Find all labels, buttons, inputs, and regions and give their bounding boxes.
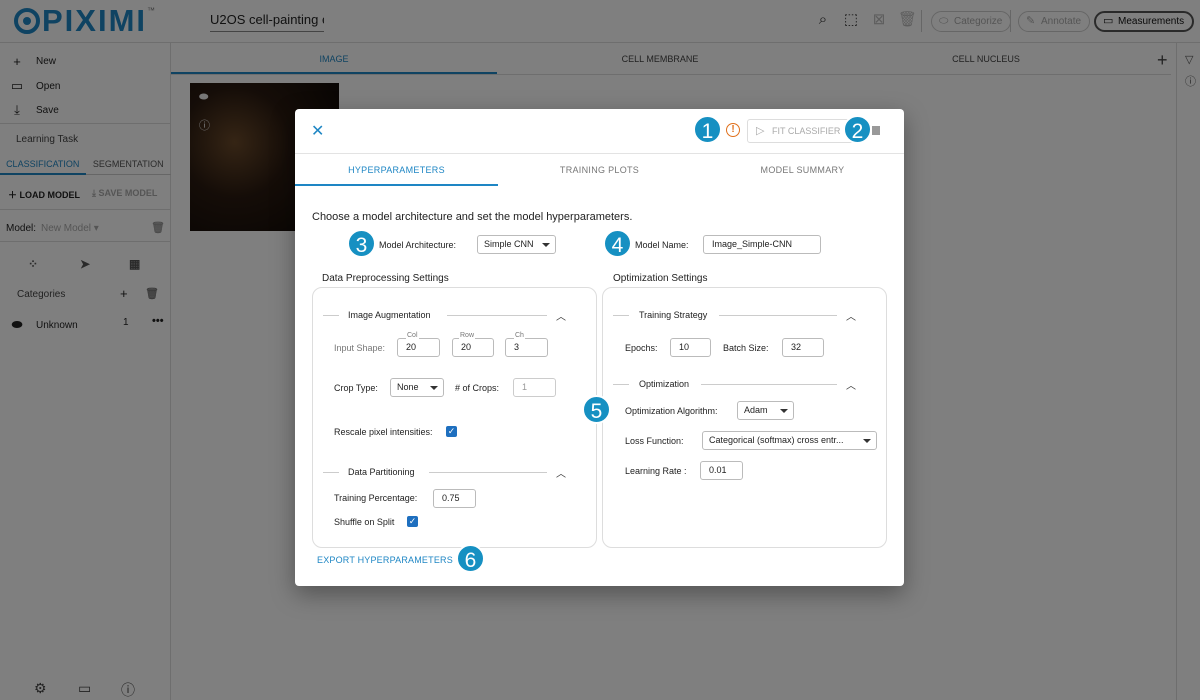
stop-icon[interactable] <box>872 126 880 135</box>
section-divider <box>719 315 837 316</box>
warning-icon[interactable]: ! <box>726 123 740 137</box>
optimization-settings-title: Optimization Settings <box>613 273 708 284</box>
model-architecture-label: Model Architecture: <box>379 240 457 250</box>
data-preprocessing-title: Data Preprocessing Settings <box>322 273 449 284</box>
epochs-label: Epochs: <box>625 343 658 353</box>
section-divider <box>447 315 547 316</box>
chevron-down-icon <box>430 386 438 390</box>
shuffle-checkbox[interactable]: ✓ <box>407 516 418 527</box>
num-crops-label: # of Crops: <box>455 383 500 393</box>
data-preprocessing-panel <box>312 287 597 548</box>
loss-function-select[interactable]: Categorical (softmax) cross entr... <box>702 431 877 450</box>
rescale-checkbox[interactable]: ✓ <box>446 426 457 437</box>
dialog-tabs: HYPERPARAMETERS TRAINING PLOTS MODEL SUM… <box>295 153 904 186</box>
section-divider <box>323 472 339 473</box>
chevron-up-icon[interactable]: ︿ <box>846 308 856 323</box>
callout-6: 6 <box>456 544 485 573</box>
training-percentage-input[interactable]: 0.75 <box>433 489 476 508</box>
training-strategy-title: Training Strategy <box>639 310 708 320</box>
tab-model-summary[interactable]: MODEL SUMMARY <box>701 154 904 186</box>
chevron-down-icon <box>542 243 550 247</box>
fit-classifier-label: FIT CLASSIFIER <box>772 126 841 136</box>
rescale-label: Rescale pixel intensities: <box>334 427 433 437</box>
fit-classifier-button[interactable]: ▷ FIT CLASSIFIER <box>747 119 857 143</box>
section-divider <box>701 384 837 385</box>
chevron-down-icon <box>863 439 871 443</box>
intro-text: Choose a model architecture and set the … <box>312 211 633 223</box>
close-icon[interactable]: ✕ <box>311 121 324 141</box>
batch-size-input[interactable]: 32 <box>782 338 824 357</box>
export-hyperparameters-button[interactable]: EXPORT HYPERPARAMETERS <box>317 555 453 565</box>
callout-2: 2 <box>843 115 872 144</box>
shuffle-label: Shuffle on Split <box>334 517 395 527</box>
callout-5: 5 <box>582 395 611 424</box>
row-label: Row <box>459 332 476 339</box>
chevron-up-icon[interactable]: ︿ <box>846 377 856 392</box>
play-icon: ▷ <box>756 125 765 137</box>
tab-training-plots[interactable]: TRAINING PLOTS <box>498 154 701 186</box>
ch-input[interactable]: 3 <box>505 338 548 357</box>
input-shape-label: Input Shape: <box>334 343 386 353</box>
chevron-up-icon[interactable]: ︿ <box>556 465 566 480</box>
model-architecture-select[interactable]: Simple CNN <box>477 235 556 254</box>
optimization-algorithm-value: Adam <box>744 405 768 415</box>
tab-hyperparameters[interactable]: HYPERPARAMETERS <box>295 154 498 186</box>
fit-classifier-dialog: ✕ ! ▷ FIT CLASSIFIER HYPERPARAMETERS TRAI… <box>295 109 904 586</box>
col-input[interactable]: 20 <box>397 338 440 357</box>
crop-type-value: None <box>397 382 419 392</box>
crop-type-select[interactable]: None <box>390 378 444 397</box>
section-divider <box>429 472 547 473</box>
loss-function-value: Categorical (softmax) cross entr... <box>709 435 844 445</box>
col-label: Col <box>406 332 419 339</box>
num-crops-input[interactable]: 1 <box>513 378 556 397</box>
chevron-up-icon[interactable]: ︿ <box>556 308 566 323</box>
image-augmentation-title: Image Augmentation <box>348 310 431 320</box>
optimization-algorithm-select[interactable]: Adam <box>737 401 794 420</box>
learning-rate-input[interactable]: 0.01 <box>700 461 743 480</box>
section-divider <box>323 315 339 316</box>
batch-size-label: Batch Size: <box>723 343 769 353</box>
epochs-input[interactable]: 10 <box>670 338 711 357</box>
ch-label: Ch <box>514 332 525 339</box>
optimization-algorithm-label: Optimization Algorithm: <box>625 406 718 416</box>
learning-rate-label: Learning Rate : <box>625 466 687 476</box>
chevron-down-icon <box>780 409 788 413</box>
data-partitioning-title: Data Partitioning <box>348 467 415 477</box>
loss-function-label: Loss Function: <box>625 436 684 446</box>
model-name-label: Model Name: <box>635 240 689 250</box>
section-divider <box>613 384 629 385</box>
crop-type-label: Crop Type: <box>334 383 378 393</box>
training-percentage-label: Training Percentage: <box>334 493 418 503</box>
model-architecture-value: Simple CNN <box>484 239 534 249</box>
model-name-input[interactable]: Image_Simple-CNN <box>703 235 821 254</box>
callout-3: 3 <box>347 229 376 258</box>
section-divider <box>613 315 629 316</box>
callout-1: 1 <box>693 115 722 144</box>
callout-4: 4 <box>603 229 632 258</box>
optimization-title: Optimization <box>639 379 690 389</box>
row-input[interactable]: 20 <box>452 338 494 357</box>
